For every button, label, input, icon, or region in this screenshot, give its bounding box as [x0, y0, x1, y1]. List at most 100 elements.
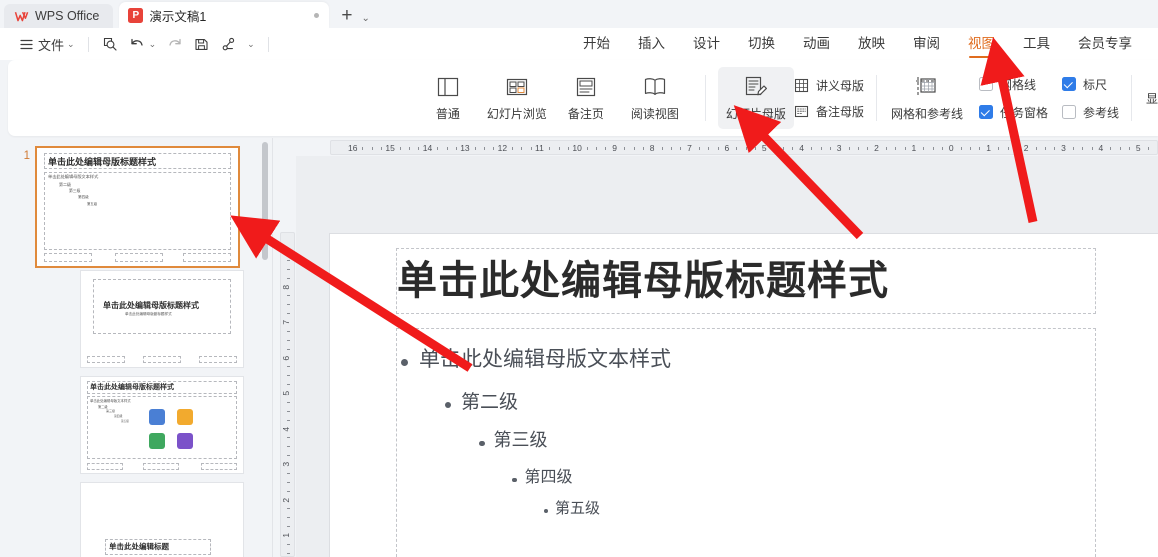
picture-icon[interactable] [149, 409, 165, 425]
notes-page-button[interactable]: 备注页 [555, 67, 617, 129]
undo-dropdown-icon[interactable]: ⌄ [149, 39, 157, 50]
file-menu-button[interactable]: 文件 ⌄ [14, 32, 79, 56]
thumbnail-preview-2[interactable]: 单击此处编辑母版标题样式 单击此处编辑母版副标题样式 [80, 270, 244, 368]
tab-list-dropdown-icon[interactable]: ⌄ [361, 13, 369, 28]
taskpane-label: 任务窗格 [1000, 104, 1048, 121]
grid-and-guides-button[interactable]: 网格和参考线 [889, 67, 965, 129]
bullet-level-1-icon [401, 359, 408, 366]
tab-start[interactable]: 开始 [569, 28, 624, 60]
hruler-tick [634, 147, 635, 150]
document-tab[interactable]: P 演示文稿1 [119, 2, 329, 28]
body-level-2-text: 第二级 [461, 387, 518, 414]
chart-icon[interactable] [177, 409, 193, 425]
slide-thumbnail-panel[interactable]: 1 单击此处编辑母版标题样式 单击此处编辑母版文本样式 第二级 第三级 第四级 … [8, 138, 272, 557]
checkbox-gridlines[interactable]: 网格线 [979, 76, 1048, 93]
normal-view-button[interactable]: 普通 [417, 67, 479, 129]
hruler-tick [456, 147, 457, 150]
hruler-tick [933, 147, 934, 150]
slide-sorter-icon [505, 74, 529, 100]
ribbon-divider-2 [876, 75, 877, 121]
title-placeholder[interactable]: 单击此处编辑母版标题样式 [396, 248, 1096, 314]
thumbnail-item-2[interactable]: 单击此处编辑母版标题样式 单击此处编辑母版副标题样式 [80, 270, 244, 368]
tab-view[interactable]: 视图 [954, 28, 1009, 60]
slide-sorter-button[interactable]: 幻灯片浏览 [479, 67, 555, 129]
bullet-level-2-icon [445, 402, 451, 408]
vruler-number: 9 [282, 249, 291, 254]
slide-sorter-label: 幻灯片浏览 [487, 105, 547, 122]
horizontal-ruler[interactable]: 16151413121110987654321012345 [330, 140, 1158, 155]
tab-design[interactable]: 设计 [679, 28, 734, 60]
thumb3-footer-right [201, 463, 237, 470]
gridlines-checkbox-box[interactable] [979, 77, 993, 91]
thumbnail-item-1[interactable]: 1 单击此处编辑母版标题样式 单击此处编辑母版文本样式 第二级 第三级 第四级 … [14, 146, 240, 268]
checkbox-guides[interactable]: 参考线 [1062, 104, 1119, 121]
body-level-2[interactable]: 第二级 [445, 387, 1095, 414]
checkbox-ruler[interactable]: 标尺 [1062, 76, 1119, 93]
hruler-tick [1148, 147, 1149, 150]
app-home-badge[interactable]: WPS Office [4, 4, 113, 28]
hruler-tick [409, 147, 410, 150]
hruler-tick [1129, 147, 1130, 150]
file-menu-caret-icon: ⌄ [67, 39, 75, 50]
thumb1-footer-right [183, 253, 231, 262]
qat-more-caret-icon: ⌄ [247, 39, 255, 50]
hruler-tick [942, 147, 943, 150]
thumbnail-preview-4[interactable]: 单击此处编辑标题 单击此处编辑副标题 [80, 482, 244, 557]
thumbnail-scrollbar-thumb[interactable] [262, 142, 268, 260]
share-button[interactable] [216, 32, 241, 56]
vruler-tick [287, 260, 290, 261]
slide-master-canvas[interactable]: 单击此处编辑母版标题样式 单击此处编辑母版文本样式 第二级 第三级 第四级 [330, 234, 1158, 557]
thumbnail-item-3[interactable]: 单击此处编辑母版标题样式 单击此处编辑母版文本样式 第二级 第三级 第四级 第五… [80, 376, 244, 474]
redo-button[interactable] [162, 32, 187, 56]
tab-transition[interactable]: 切换 [734, 28, 789, 60]
guides-checkbox-box[interactable] [1062, 105, 1076, 119]
tab-animation[interactable]: 动画 [789, 28, 844, 60]
hruler-tick [680, 147, 681, 150]
tab-slideshow[interactable]: 放映 [844, 28, 899, 60]
thumbnail-preview-1[interactable]: 单击此处编辑母版标题样式 单击此处编辑母版文本样式 第二级 第三级 第四级 第五… [35, 146, 240, 268]
tab-tools[interactable]: 工具 [1009, 28, 1064, 60]
ruler-checkbox-box[interactable] [1062, 77, 1076, 91]
taskpane-checkbox-box[interactable] [979, 105, 993, 119]
body-level-1[interactable]: 单击此处编辑母版文本样式 [401, 343, 1095, 373]
vruler-tick [287, 313, 290, 314]
checkbox-taskpane[interactable]: 任务窗格 [979, 104, 1048, 121]
hamburger-icon [18, 36, 35, 53]
save-button[interactable] [189, 32, 214, 56]
hruler-number: 10 [572, 144, 581, 153]
handout-master-button[interactable]: 讲义母版 [794, 77, 864, 94]
hruler-tick [372, 147, 373, 150]
search-button[interactable] [98, 32, 123, 56]
hruler-tick [671, 147, 672, 150]
undo-icon [129, 36, 146, 53]
slide-master-button[interactable]: 幻灯片母版 [718, 67, 794, 129]
notes-master-button[interactable]: 备注母版 [794, 103, 864, 120]
hruler-tick [811, 147, 812, 150]
ribbon-tail-label[interactable]: 显 [1146, 90, 1158, 107]
body-level-3[interactable]: 第三级 [479, 426, 1095, 452]
vruler-tick [287, 331, 290, 332]
undo-button[interactable]: ⌄ [125, 32, 161, 56]
thumbnail-preview-3[interactable]: 单击此处编辑母版标题样式 单击此处编辑母版文本样式 第二级 第三级 第四级 第五… [80, 376, 244, 474]
hruler-number: 3 [1061, 144, 1066, 153]
new-tab-button[interactable]: + [341, 6, 352, 28]
thumb4-title: 单击此处编辑标题 [109, 541, 169, 552]
tab-member[interactable]: 会员专享 [1064, 28, 1146, 60]
media-icon[interactable] [177, 433, 193, 449]
table-icon[interactable] [149, 433, 165, 449]
thumbnail-item-4[interactable]: 单击此处编辑标题 单击此处编辑副标题 [80, 482, 244, 557]
thumb3-line-4: 第四级 [114, 414, 122, 418]
vruler-number: 6 [282, 355, 291, 360]
reading-view-button[interactable]: 阅读视图 [617, 67, 693, 129]
vertical-ruler[interactable]: 987654321 [280, 232, 295, 557]
body-placeholder[interactable]: 单击此处编辑母版文本样式 第二级 第三级 第四级 第五级 [396, 328, 1096, 557]
panel-divider[interactable] [272, 138, 273, 557]
tab-insert[interactable]: 插入 [624, 28, 679, 60]
qat-more-button[interactable]: ⌄ [243, 32, 259, 56]
thumb3-footer-center [143, 463, 179, 470]
tab-review[interactable]: 审阅 [899, 28, 954, 60]
vruler-tick [287, 269, 290, 270]
body-level-5[interactable]: 第五级 [544, 497, 1095, 518]
body-level-4[interactable]: 第四级 [512, 463, 1095, 487]
hruler-tick [484, 147, 485, 150]
